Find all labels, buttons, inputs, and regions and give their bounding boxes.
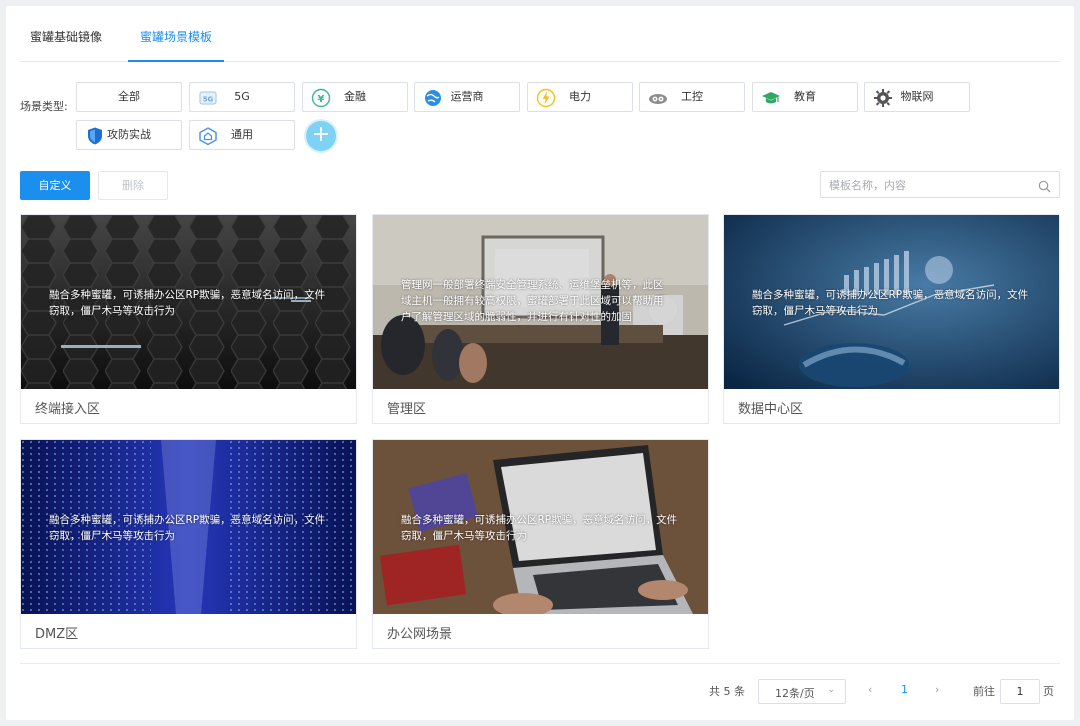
- card-title: DMZ区: [35, 627, 79, 642]
- card-description: 管理网一般部署终端安全管理系统、运维堡垒机等，此区域主机一般拥有较高权限，蜜罐部…: [401, 279, 664, 323]
- card-title: 终端接入区: [35, 402, 101, 417]
- scene-chip-label: 教育: [794, 90, 816, 103]
- card-title: 办公网场景: [387, 627, 453, 642]
- search-icon[interactable]: [1038, 178, 1051, 197]
- card-description: 融合多种蜜罐，可诱捕办公区RP欺骗，恶意域名访问，文件窃取，僵尸木马等攻击行为: [49, 514, 326, 542]
- scene-chip-industrial[interactable]: 工控: [639, 82, 745, 112]
- scene-chip-education[interactable]: 教育: [752, 82, 858, 112]
- scene-chip-label: 通用: [231, 128, 253, 141]
- scene-type-label: 场景类型:: [20, 100, 68, 113]
- page-number-current[interactable]: 1: [901, 683, 908, 696]
- scene-chip-label: 工控: [681, 90, 703, 103]
- delete-button[interactable]: 删除: [98, 171, 168, 200]
- scene-chip-label: 电力: [569, 90, 591, 103]
- scene-chip-5g[interactable]: 5G 5G: [189, 82, 295, 112]
- search-input[interactable]: [829, 175, 1029, 195]
- scene-chip-all[interactable]: 全部: [76, 82, 182, 112]
- search-box: [820, 171, 1060, 198]
- scene-chip-label: 全部: [118, 90, 140, 103]
- scene-chip-finance[interactable]: ¥ 金融: [302, 82, 408, 112]
- scene-chip-label: 攻防实战: [107, 128, 151, 141]
- page-size-select[interactable]: 12条/页 ⌄: [758, 679, 846, 704]
- template-card[interactable]: 管理网一般部署终端安全管理系统、运维堡垒机等，此区域主机一般拥有较高权限，蜜罐部…: [372, 214, 709, 424]
- scene-chip-label: 金融: [344, 90, 366, 103]
- pagination-total: 共 5 条: [709, 685, 745, 698]
- tab-scene-templates[interactable]: 蜜罐场景模板: [128, 24, 225, 62]
- card-title: 数据中心区: [738, 402, 804, 417]
- scene-chip-label: 物联网: [900, 90, 934, 103]
- page-size-value: 12条/页: [775, 687, 815, 700]
- add-scene-button[interactable]: +: [306, 121, 336, 151]
- tab-base-images[interactable]: 蜜罐基础镜像: [30, 24, 102, 62]
- card-title: 管理区: [387, 402, 427, 417]
- scene-chip-iot[interactable]: 物联网: [864, 82, 970, 112]
- scene-chip-attack-defense[interactable]: 攻防实战: [76, 120, 182, 150]
- scene-chip-power[interactable]: 电力: [527, 82, 633, 112]
- goto-label: 前往: [973, 685, 995, 698]
- template-card[interactable]: 融合多种蜜罐，可诱捕办公区RP欺骗，恶意域名访问，文件窃取，僵尸木马等攻击行为 …: [372, 439, 709, 649]
- scene-chip-label: 5G: [234, 90, 250, 103]
- scene-chip-operator[interactable]: 运营商: [414, 82, 520, 112]
- template-card[interactable]: 融合多种蜜罐，可诱捕办公区RP欺骗，恶意域名访问，文件窃取，僵尸木马等攻击行为 …: [20, 214, 357, 424]
- custom-button[interactable]: 自定义: [20, 171, 90, 200]
- template-card[interactable]: 融合多种蜜罐，可诱捕办公区RP欺骗，恶意域名访问，文件窃取，僵尸木马等攻击行为 …: [20, 439, 357, 649]
- prev-page-button[interactable]: ‹: [868, 683, 872, 696]
- main-panel: 蜜罐基础镜像 蜜罐场景模板 场景类型: 全部 5G 5G ¥ 金融 运营商 电力: [6, 6, 1074, 720]
- card-description: 融合多种蜜罐，可诱捕办公区RP欺骗，恶意域名访问，文件窃取，僵尸木马等攻击行为: [401, 514, 678, 542]
- page-suffix: 页: [1043, 685, 1054, 698]
- goto-page-input[interactable]: 1: [1000, 679, 1040, 704]
- tab-bar: 蜜罐基础镜像 蜜罐场景模板: [20, 24, 1060, 62]
- pagination-divider: [20, 663, 1060, 664]
- card-description: 融合多种蜜罐，可诱捕办公区RP欺骗，恶意域名访问，文件窃取，僵尸木马等攻击行为: [752, 289, 1029, 317]
- scene-chip-label: 运营商: [450, 90, 484, 103]
- chevron-down-icon: ⌄: [827, 685, 835, 695]
- scene-chip-general[interactable]: 通用: [189, 120, 295, 150]
- card-description: 融合多种蜜罐，可诱捕办公区RP欺骗，恶意域名访问，文件窃取，僵尸木马等攻击行为: [49, 289, 326, 317]
- template-card[interactable]: 融合多种蜜罐，可诱捕办公区RP欺骗，恶意域名访问，文件窃取，僵尸木马等攻击行为 …: [723, 214, 1060, 424]
- next-page-button[interactable]: ›: [935, 683, 939, 696]
